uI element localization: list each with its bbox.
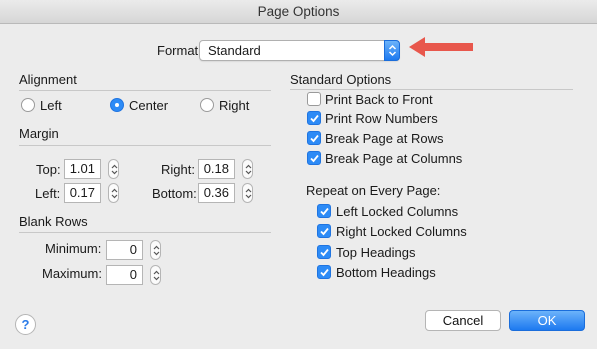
- checkmark-icon: [310, 154, 319, 163]
- margin-top-field[interactable]: 1.01: [64, 159, 101, 179]
- chevron-updown-icon: [245, 188, 252, 199]
- chevron-updown-icon: [111, 188, 118, 199]
- checkbox-break-page-at-columns-label: Break Page at Columns: [325, 151, 463, 166]
- margin-right-field[interactable]: 0.18: [198, 159, 235, 179]
- radio-align-left[interactable]: [21, 98, 35, 112]
- checkmark-icon: [320, 248, 329, 257]
- checkbox-top-headings[interactable]: [317, 245, 331, 259]
- margin-bottom-label: Bottom:: [152, 186, 197, 201]
- margin-right-label: Right:: [161, 162, 195, 177]
- radio-align-right-label: Right: [219, 98, 250, 113]
- radio-align-left-label: Left: [40, 98, 62, 113]
- blank-rows-minimum-stepper[interactable]: [150, 240, 161, 260]
- checkbox-bottom-headings[interactable]: [317, 265, 331, 279]
- checkbox-print-back-to-front-label: Print Back to Front: [325, 92, 433, 107]
- blank-rows-maximum-stepper[interactable]: [150, 265, 161, 285]
- margin-top-stepper[interactable]: [108, 159, 119, 179]
- margin-bottom-stepper[interactable]: [242, 183, 253, 203]
- checkmark-icon: [320, 268, 329, 277]
- margin-title: Margin: [19, 126, 59, 141]
- checkbox-print-row-numbers-label: Print Row Numbers: [325, 111, 438, 126]
- radio-align-center-label: Center: [129, 98, 169, 113]
- chevron-updown-icon: [384, 40, 400, 61]
- chevron-updown-icon: [153, 245, 160, 256]
- margin-left-label: Left:: [35, 186, 61, 201]
- checkbox-print-row-numbers[interactable]: [307, 111, 321, 125]
- checkbox-right-locked-columns-label: Right Locked Columns: [336, 224, 467, 239]
- ok-button[interactable]: OK: [509, 310, 585, 331]
- checkbox-right-locked-columns[interactable]: [317, 224, 331, 238]
- help-button[interactable]: ?: [15, 314, 36, 335]
- chevron-updown-icon: [153, 270, 160, 281]
- checkbox-break-page-at-rows-label: Break Page at Rows: [325, 131, 444, 146]
- blank-rows-divider: [19, 232, 271, 233]
- checkmark-icon: [320, 207, 329, 216]
- checkbox-top-headings-label: Top Headings: [336, 245, 416, 260]
- standard-options-title: Standard Options: [290, 72, 392, 87]
- format-popup[interactable]: Standard: [199, 40, 400, 61]
- standard-options-divider: [290, 89, 573, 90]
- blank-rows-minimum-label: Minimum:: [45, 241, 102, 256]
- red-arrow-icon: [409, 37, 473, 57]
- blank-rows-maximum-label: Maximum:: [42, 266, 102, 281]
- checkbox-print-back-to-front[interactable]: [307, 92, 321, 106]
- cancel-button[interactable]: Cancel: [425, 310, 501, 331]
- margin-left-field[interactable]: 0.17: [64, 183, 101, 203]
- radio-align-center[interactable]: [110, 98, 124, 112]
- checkmark-icon: [310, 114, 319, 123]
- margin-right-stepper[interactable]: [242, 159, 253, 179]
- window-title: Page Options: [257, 4, 340, 19]
- format-value: Standard: [208, 43, 261, 58]
- checkbox-break-page-at-columns[interactable]: [307, 151, 321, 165]
- checkmark-icon: [310, 134, 319, 143]
- blank-rows-title: Blank Rows: [19, 214, 88, 229]
- alignment-divider: [19, 90, 271, 91]
- alignment-title: Alignment: [19, 72, 77, 87]
- checkbox-left-locked-columns-label: Left Locked Columns: [336, 204, 459, 219]
- margin-bottom-field[interactable]: 0.36: [198, 183, 235, 203]
- checkbox-bottom-headings-label: Bottom Headings: [336, 265, 436, 280]
- chevron-updown-icon: [245, 164, 252, 175]
- checkmark-icon: [320, 227, 329, 236]
- checkbox-left-locked-columns[interactable]: [317, 204, 331, 218]
- blank-rows-maximum-field[interactable]: 0: [106, 265, 143, 285]
- chevron-updown-icon: [111, 164, 118, 175]
- radio-align-right[interactable]: [200, 98, 214, 112]
- repeat-title: Repeat on Every Page:: [306, 183, 441, 198]
- margin-left-stepper[interactable]: [108, 183, 119, 203]
- margin-top-label: Top:: [36, 162, 61, 177]
- blank-rows-minimum-field[interactable]: 0: [106, 240, 143, 260]
- format-label: Format:: [157, 43, 202, 58]
- checkbox-break-page-at-rows[interactable]: [307, 131, 321, 145]
- margin-divider: [19, 145, 271, 146]
- window-titlebar: Page Options: [0, 0, 597, 24]
